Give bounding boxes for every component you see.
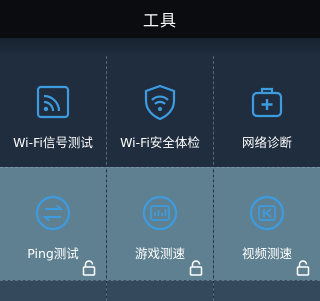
tool-label: Wi-Fi信号测试 bbox=[13, 135, 93, 150]
tool-label: 游戏测速 bbox=[134, 246, 185, 261]
game-speed-icon bbox=[142, 195, 178, 231]
app-header: 工具 bbox=[0, 0, 320, 38]
tool-label: Ping测试 bbox=[27, 246, 79, 261]
tool-tile-partial[interactable] bbox=[107, 280, 213, 301]
tool-wifi-signal-test[interactable]: Wi-Fi信号测试 bbox=[0, 56, 106, 167]
tool-network-diagnosis[interactable]: 网络诊断 bbox=[214, 56, 320, 167]
column-divider bbox=[106, 56, 107, 301]
tool-label: Wi-Fi安全体检 bbox=[120, 135, 200, 150]
wifi-signal-icon bbox=[36, 85, 70, 119]
tool-tile-partial[interactable] bbox=[214, 280, 320, 301]
page-title: 工具 bbox=[142, 11, 177, 30]
row-divider bbox=[0, 167, 320, 168]
lock-icon bbox=[82, 260, 96, 276]
lock-icon bbox=[189, 260, 203, 276]
video-speed-icon bbox=[249, 195, 285, 231]
column-divider bbox=[213, 56, 214, 301]
header-shadow bbox=[0, 38, 320, 56]
row-divider bbox=[0, 280, 320, 281]
tools-grid: Wi-Fi信号测试 Wi-Fi安全体检 网络诊断 Ping测试 游戏测速 视频测… bbox=[0, 56, 320, 301]
tool-video-speed-test[interactable]: 视频测速 bbox=[214, 167, 320, 280]
tool-wifi-security-check[interactable]: Wi-Fi安全体检 bbox=[107, 56, 213, 167]
tool-label: 视频测速 bbox=[241, 246, 292, 261]
tool-label: 网络诊断 bbox=[241, 135, 292, 150]
tool-ping-test[interactable]: Ping测试 bbox=[0, 167, 106, 280]
tool-tile-partial[interactable] bbox=[0, 280, 106, 301]
first-aid-kit-icon bbox=[251, 87, 283, 118]
wifi-shield-icon bbox=[144, 84, 176, 121]
lock-icon bbox=[296, 260, 310, 276]
ping-arrows-icon bbox=[35, 195, 71, 231]
tool-game-speed-test[interactable]: 游戏测速 bbox=[107, 167, 213, 280]
